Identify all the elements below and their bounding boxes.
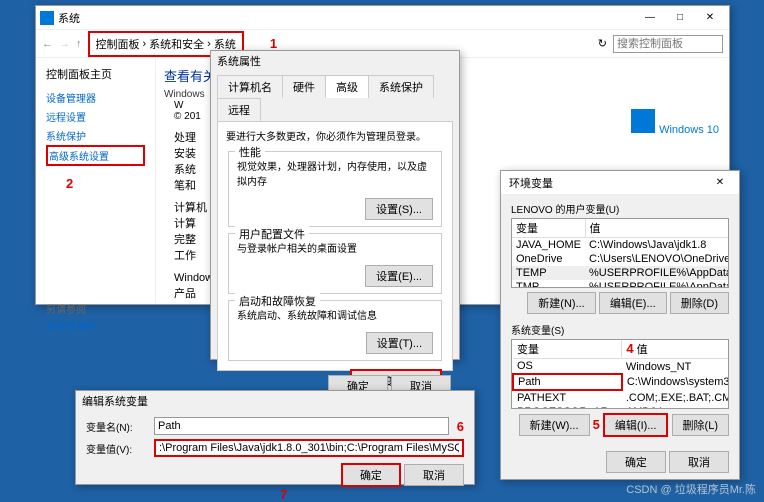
userprofile-header: 用户配置文件 (235, 226, 309, 242)
see-also-header: 另请参阅 (46, 301, 145, 316)
breadcrumb-seg1[interactable]: 控制面板 (96, 36, 140, 52)
user-edit-button[interactable]: 编辑(E)... (599, 292, 667, 314)
user-delete-button[interactable]: 删除(D) (670, 292, 729, 314)
user-vars-list[interactable]: 变量值 JAVA_HOMEC:\Windows\Java\jdk1.8 OneD… (511, 218, 729, 288)
breadcrumb-seg2[interactable]: 系统和安全 (149, 36, 204, 52)
tab-advanced[interactable]: 高级 (325, 75, 369, 98)
user-row: TMP%USERPROFILE%\AppData\Local\Temp (512, 280, 729, 288)
annotation-6: 6 (457, 419, 464, 434)
sys-edit-button[interactable]: 编辑(I)... (603, 413, 669, 437)
watermark: CSDN @ 垃圾程序员Mr.陈 (626, 481, 756, 497)
sys-new-button[interactable]: 新建(W)... (519, 414, 590, 436)
startup-settings-button[interactable]: 设置(T)... (366, 332, 433, 354)
annotation-4: 4 (626, 341, 633, 356)
up-icon[interactable]: ↑ (76, 38, 82, 50)
system-icon (40, 11, 54, 25)
sys-row-path: PathC:\Windows\system32;C:\Windows;C:\W (513, 374, 729, 390)
windows-brand-text: Windows 10 (659, 124, 719, 136)
sys-col-val[interactable]: 4 值 (622, 340, 729, 359)
env-cancel-button[interactable]: 取消 (669, 451, 729, 473)
user-row: OneDriveC:\Users\LENOVO\OneDrive (512, 252, 729, 266)
sys-col-var[interactable]: 变量 (513, 340, 622, 359)
close-button[interactable]: ✕ (695, 7, 725, 29)
performance-header: 性能 (235, 144, 265, 160)
env-variables-dialog: 环境变量 ✕ LENOVO 的用户变量(U) 变量值 JAVA_HOMEC:\W… (500, 170, 740, 480)
sidebar-home[interactable]: 控制面板主页 (46, 66, 145, 82)
edit-title: 编辑系统变量 (76, 391, 474, 411)
var-name-input[interactable] (154, 417, 449, 435)
tab-hardware[interactable]: 硬件 (282, 75, 326, 98)
edit-variable-dialog: 编辑系统变量 变量名(N): 6 变量值(V): 确定 取消 (75, 390, 475, 485)
sys-delete-button[interactable]: 删除(L) (672, 414, 729, 436)
sys-row: OSWindows_NT (513, 359, 729, 375)
sidebar-protection[interactable]: 系统保护 (46, 126, 145, 145)
userprofile-settings-button[interactable]: 设置(E)... (365, 265, 433, 287)
performance-settings-button[interactable]: 设置(S)... (365, 198, 433, 220)
windows-brand: Windows 10 (631, 108, 719, 140)
sidebar-advanced[interactable]: 高级系统设置 (46, 145, 145, 166)
sidebar-device-manager[interactable]: 设备管理器 (46, 88, 145, 107)
startup-header: 启动和故障恢复 (235, 293, 320, 309)
chevron-right-icon: › (207, 38, 211, 50)
system-title: 系统 (54, 10, 635, 26)
performance-group: 性能 视觉效果，处理器计划，内存使用，以及虚拟内存 设置(S)... (228, 151, 442, 227)
system-titlebar: 系统 — □ ✕ (36, 6, 729, 30)
refresh-icon[interactable]: ↻ (598, 37, 607, 50)
startup-desc: 系统启动、系统故障和调试信息 (237, 307, 433, 322)
env-title: 环境变量 (505, 175, 705, 191)
windows-logo-icon (631, 109, 655, 133)
user-row: JAVA_HOMEC:\Windows\Java\jdk1.8 (512, 238, 729, 253)
var-value-input[interactable] (154, 439, 464, 457)
tab-remote[interactable]: 远程 (217, 98, 261, 121)
forward-icon[interactable]: → (59, 38, 70, 50)
user-vars-header: LENOVO 的用户变量(U) (511, 201, 729, 216)
user-col-val[interactable]: 值 (585, 219, 729, 238)
userprofile-group: 用户配置文件 与登录帐户相关的桌面设置 设置(E)... (228, 233, 442, 294)
user-new-button[interactable]: 新建(N)... (527, 292, 595, 314)
edit-ok-button[interactable]: 确定 (341, 463, 401, 487)
search-input[interactable] (613, 35, 723, 53)
system-properties-dialog: 系统属性 计算机名硬件高级系统保护远程 要进行大多数更改，你必须作为管理员登录。… (210, 50, 460, 360)
annotation-1: 1 (270, 36, 277, 51)
var-value-label: 变量值(V): (86, 441, 146, 456)
chevron-right-icon: › (143, 38, 147, 50)
startup-group: 启动和故障恢复 系统启动、系统故障和调试信息 设置(T)... (228, 300, 442, 361)
sidebar: 控制面板主页 设备管理器 远程设置 系统保护 高级系统设置 2 另请参阅 安全性… (36, 58, 156, 304)
sys-row: PATHEXT.COM;.EXE;.BAT;.CMD;.VBS;.VBE;.JS… (513, 390, 729, 405)
see-also-security[interactable]: 安全性维护 (46, 316, 145, 335)
sidebar-remote[interactable]: 远程设置 (46, 107, 145, 126)
env-close-button[interactable]: ✕ (705, 172, 735, 194)
minimize-button[interactable]: — (635, 7, 665, 29)
maximize-button[interactable]: □ (665, 7, 695, 29)
sysprops-title: 系统属性 (211, 51, 459, 71)
userprofile-desc: 与登录帐户相关的桌面设置 (237, 240, 433, 255)
user-row: TEMP%USERPROFILE%\AppData\Local\Temp (512, 266, 729, 280)
sys-row: PROCESSOR_AR...AMD64 (513, 405, 729, 409)
annotation-2: 2 (66, 176, 145, 191)
annotation-5: 5 (593, 417, 600, 432)
var-name-label: 变量名(N): (86, 419, 146, 434)
edit-cancel-button[interactable]: 取消 (404, 464, 464, 486)
sys-vars-list[interactable]: 变量4 值 OSWindows_NT PathC:\Windows\system… (511, 339, 729, 409)
env-titlebar: 环境变量 ✕ (501, 171, 739, 195)
sys-vars-header: 系统变量(S) (511, 322, 729, 337)
user-col-var[interactable]: 变量 (512, 219, 585, 238)
env-ok-button[interactable]: 确定 (606, 451, 666, 473)
tab-protection[interactable]: 系统保护 (368, 75, 434, 98)
admin-note: 要进行大多数更改，你必须作为管理员登录。 (220, 126, 450, 145)
performance-desc: 视觉效果，处理器计划，内存使用，以及虚拟内存 (237, 158, 433, 188)
back-icon[interactable]: ← (42, 38, 53, 50)
tab-computername[interactable]: 计算机名 (217, 75, 283, 98)
